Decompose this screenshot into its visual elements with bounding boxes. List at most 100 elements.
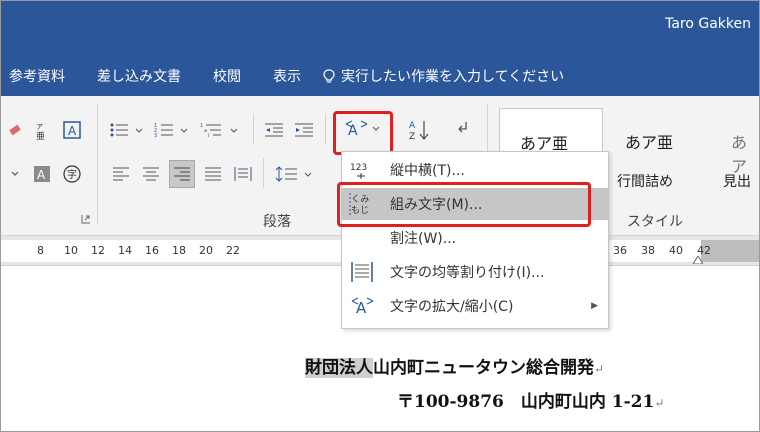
align-right-button[interactable]	[169, 160, 195, 188]
decrease-indent-button[interactable]	[261, 118, 287, 142]
tell-me-placeholder: 実行したい作業を入力してください	[341, 69, 565, 85]
character-scale-icon: A	[348, 293, 376, 319]
menu-item-label: 縦中横(T)...	[390, 163, 465, 179]
ruler-tick: 38	[641, 244, 655, 257]
align-left-icon	[113, 167, 129, 181]
selected-text[interactable]: 財団法人	[305, 358, 373, 378]
line-spacing-button[interactable]	[273, 162, 317, 186]
menu-item-label: 割注(W)...	[390, 231, 457, 247]
style-name: 見出	[723, 174, 751, 190]
tab-view[interactable]: 表示	[273, 66, 301, 86]
ruler-tick: 20	[199, 244, 213, 257]
multilevel-list-icon: 1ai	[200, 123, 238, 139]
sort-icon: AZ	[409, 121, 429, 142]
svg-text:1: 1	[200, 123, 203, 129]
paragraph-mark: ↵	[594, 362, 605, 376]
group-separator	[97, 104, 98, 224]
ribbon-tabs: 参考資料 差し込み文書 校閲 表示 実行したい作業を入力してください	[1, 56, 759, 96]
tab-mailings[interactable]: 差し込み文書	[97, 66, 181, 86]
word-window: Taro Gakken 参考資料 差し込み文書 校閲 表示 実行したい作業を入力…	[0, 0, 760, 432]
character-border-icon: A	[63, 121, 81, 139]
distributed-icon	[234, 167, 252, 181]
highlight-asian-layout-button	[333, 111, 393, 155]
decrease-indent-icon	[265, 123, 283, 137]
character-shading-button[interactable]: A	[31, 162, 53, 186]
eraser-icon	[9, 124, 21, 136]
phonetic-guide-button[interactable]: ア亜	[31, 118, 53, 142]
dialog-launcher-icon[interactable]	[81, 214, 91, 224]
highlight-kumimoji-item	[337, 182, 591, 227]
svg-text:字: 字	[67, 168, 77, 181]
style-no-spacing[interactable]: あア亜 行間詰め	[605, 108, 709, 196]
numbering-icon: 123	[154, 123, 188, 139]
svg-text:A: A	[356, 299, 367, 317]
bullets-button[interactable]	[107, 118, 147, 142]
menu-item-character-scale[interactable]: A 文字の拡大/縮小(C) ▶	[342, 290, 608, 322]
increase-indent-button[interactable]	[291, 118, 317, 142]
style-sample: あア亜	[625, 133, 674, 152]
submenu-arrow-icon: ▶	[591, 301, 598, 311]
style-sample: あア	[731, 133, 748, 176]
align-center-button[interactable]	[139, 162, 163, 186]
ruler-tick: 10	[64, 244, 78, 257]
increase-indent-icon	[295, 123, 313, 137]
document-paragraph-1[interactable]: 財団法人山内町ニュータウン総合開発↵	[305, 353, 604, 378]
tell-me-search[interactable]: 実行したい作業を入力してください	[323, 66, 564, 86]
distributed-button[interactable]	[231, 162, 255, 186]
clear-formatting-button[interactable]	[5, 118, 27, 142]
asian-layout-menu: 123 縦中横(T)... くみ もじ 組み文字(M)... 割注(W)... 文…	[341, 151, 609, 329]
tab-references[interactable]: 参考資料	[9, 66, 65, 86]
svg-text:亜: 亜	[36, 131, 45, 140]
font-color-dropdown[interactable]	[5, 162, 25, 186]
distribute-text-icon	[348, 259, 376, 285]
character-shading-icon: A	[34, 166, 50, 182]
group-label-paragraph: 段落	[263, 214, 291, 230]
align-right-icon	[174, 167, 190, 181]
warichu-icon	[348, 225, 376, 251]
style-heading[interactable]: あア 見出	[711, 108, 759, 196]
menu-item-label: 文字の拡大/縮小(C)	[390, 299, 514, 315]
numbering-button[interactable]: 123	[151, 118, 193, 142]
group-separator	[253, 114, 254, 144]
group-separator	[325, 114, 326, 144]
svg-text:a: a	[204, 128, 207, 134]
svg-text:123: 123	[350, 163, 367, 173]
indent-marker-icon[interactable]	[693, 256, 703, 264]
ruler-tick: 16	[145, 244, 159, 257]
justify-icon	[205, 167, 221, 181]
svg-text:Z: Z	[409, 132, 415, 142]
lightbulb-icon	[323, 68, 335, 83]
svg-text:3: 3	[154, 133, 157, 139]
line-spacing-icon	[275, 166, 312, 182]
style-name: 行間詰め	[617, 174, 673, 190]
paragraph-mark-icon	[458, 122, 467, 133]
multilevel-list-button[interactable]: 1ai	[197, 118, 245, 142]
svg-text:A: A	[68, 124, 77, 138]
justify-button[interactable]	[201, 162, 225, 186]
sort-button[interactable]: AZ	[405, 116, 433, 144]
group-separator	[263, 158, 264, 188]
paragraph-mark: ↵	[654, 396, 665, 410]
ruler-tick: 12	[91, 244, 105, 257]
ruler-tick: 36	[613, 244, 627, 257]
ruler-tick: 8	[37, 244, 44, 257]
chevron-down-icon	[11, 171, 19, 176]
menu-item-distribute[interactable]: 文字の均等割り付け(I)...	[342, 256, 608, 288]
svg-text:A: A	[409, 121, 416, 131]
title-bar: Taro Gakken	[1, 1, 759, 56]
show-formatting-button[interactable]	[449, 116, 477, 144]
user-name[interactable]: Taro Gakken	[665, 16, 751, 32]
align-center-icon	[143, 167, 159, 181]
document-paragraph-2[interactable]: 〒100-9876 山内町山内 1-21↵	[397, 387, 664, 412]
align-left-button[interactable]	[109, 162, 133, 186]
paragraph-text: 〒100-9876 山内町山内 1-21	[397, 392, 655, 412]
bullets-icon	[110, 123, 143, 137]
svg-text:i: i	[208, 133, 209, 139]
ruler-tick: 14	[118, 244, 132, 257]
tab-review[interactable]: 校閲	[213, 66, 241, 86]
tate-chu-yoko-icon: 123	[348, 157, 376, 183]
character-border-button[interactable]: A	[59, 118, 85, 142]
enclosed-characters-button[interactable]: 字	[59, 162, 85, 186]
phonetic-guide-icon: ア亜	[36, 123, 45, 140]
menu-item-label: 文字の均等割り付け(I)...	[390, 265, 545, 281]
